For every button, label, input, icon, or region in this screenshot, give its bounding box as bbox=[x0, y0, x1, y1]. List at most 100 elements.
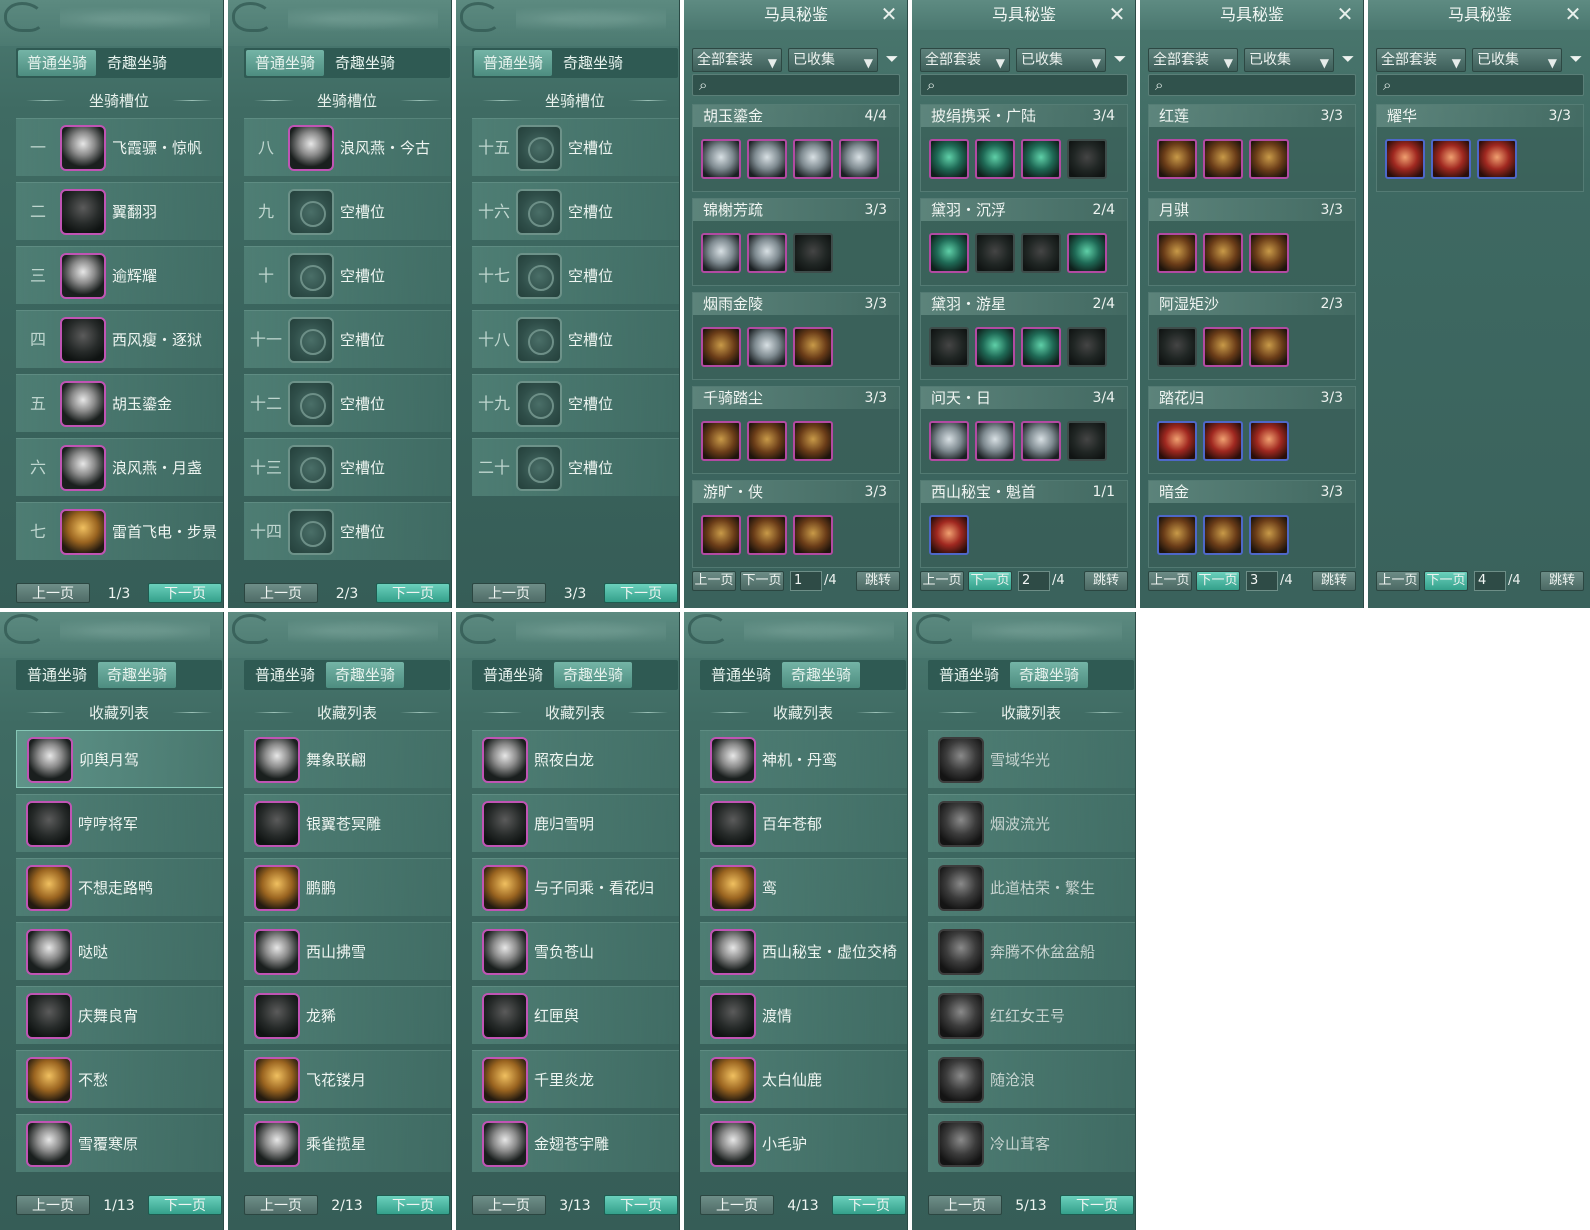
harness-piece-icon[interactable] bbox=[1203, 233, 1243, 273]
harness-piece-icon[interactable] bbox=[747, 421, 787, 461]
harness-piece-icon[interactable] bbox=[1067, 327, 1107, 367]
prev-page-button[interactable]: 上一页 bbox=[920, 571, 964, 591]
mount-portrait-icon[interactable] bbox=[482, 1057, 528, 1103]
jump-button[interactable]: 跳转 bbox=[1084, 571, 1128, 591]
mount-portrait-icon[interactable] bbox=[710, 929, 756, 975]
collection-row[interactable]: 乘雀揽星 bbox=[244, 1114, 451, 1172]
jump-button[interactable]: 跳转 bbox=[856, 571, 900, 591]
next-page-button[interactable]: 下一页 bbox=[1196, 571, 1240, 591]
mount-slot-row[interactable]: 八 浪风燕・今古 bbox=[244, 118, 451, 176]
next-page-button[interactable]: 下一页 bbox=[1060, 1195, 1134, 1215]
collection-row[interactable]: 雪覆寒原 bbox=[16, 1114, 223, 1172]
harness-piece-icon[interactable] bbox=[701, 421, 741, 461]
tab-normal-mounts[interactable]: 普通坐骑 bbox=[930, 662, 1008, 688]
mount-slot-row[interactable]: 十七 空槽位 bbox=[472, 246, 679, 304]
close-icon[interactable]: ✕ bbox=[879, 4, 899, 25]
search-input[interactable]: ⌕ bbox=[1148, 74, 1356, 96]
filter-icon[interactable]: ⏷ bbox=[1338, 50, 1358, 70]
mount-portrait-icon[interactable] bbox=[938, 801, 984, 847]
mount-portrait-icon[interactable] bbox=[27, 737, 73, 783]
collection-row[interactable]: 太白仙鹿 bbox=[700, 1050, 907, 1108]
mount-slot-row[interactable]: 十一 空槽位 bbox=[244, 310, 451, 368]
mount-slot-row[interactable]: 十 空槽位 bbox=[244, 246, 451, 304]
harness-piece-icon[interactable] bbox=[747, 139, 787, 179]
mount-slot-row[interactable]: 二十 空槽位 bbox=[472, 438, 679, 496]
empty-slot-icon[interactable] bbox=[516, 125, 562, 171]
collection-row[interactable]: 金翅苍宇雕 bbox=[472, 1114, 679, 1172]
harness-piece-icon[interactable] bbox=[793, 233, 833, 273]
collection-row[interactable]: 冷山茸客 bbox=[928, 1114, 1135, 1172]
collection-row[interactable]: 与子同乘・看花归 bbox=[472, 858, 679, 916]
tab-normal-mounts[interactable]: 普通坐骑 bbox=[246, 50, 324, 76]
collection-row[interactable]: 雪域华光 bbox=[928, 730, 1135, 788]
collection-row[interactable]: 西山拂雪 bbox=[244, 922, 451, 980]
mount-portrait-icon[interactable] bbox=[254, 1121, 300, 1167]
harness-piece-icon[interactable] bbox=[1157, 139, 1197, 179]
harness-piece-icon[interactable] bbox=[793, 515, 833, 555]
harness-piece-icon[interactable] bbox=[1249, 233, 1289, 273]
filter-icon[interactable]: ⏷ bbox=[1110, 50, 1130, 70]
mount-portrait-icon[interactable] bbox=[254, 737, 300, 783]
close-icon[interactable]: ✕ bbox=[1563, 4, 1583, 25]
set-filter-dropdown[interactable]: 全部套装 ▼ bbox=[692, 48, 782, 72]
harness-piece-icon[interactable] bbox=[929, 139, 969, 179]
collection-row[interactable]: 卯舆月驾 bbox=[16, 730, 223, 788]
page-number-input[interactable]: 3 bbox=[1246, 571, 1278, 591]
harness-piece-icon[interactable] bbox=[975, 421, 1015, 461]
mount-slot-row[interactable]: 九 空槽位 bbox=[244, 182, 451, 240]
mount-portrait-icon[interactable] bbox=[26, 865, 72, 911]
harness-piece-icon[interactable] bbox=[975, 139, 1015, 179]
collection-row[interactable]: 随沧浪 bbox=[928, 1050, 1135, 1108]
mount-portrait-icon[interactable] bbox=[938, 1121, 984, 1167]
tab-normal-mounts[interactable]: 普通坐骑 bbox=[702, 662, 780, 688]
close-icon[interactable]: ✕ bbox=[1335, 4, 1355, 25]
harness-piece-icon[interactable] bbox=[1203, 421, 1243, 461]
empty-slot-icon[interactable] bbox=[288, 317, 334, 363]
harness-piece-icon[interactable] bbox=[839, 139, 879, 179]
harness-piece-icon[interactable] bbox=[1157, 327, 1197, 367]
next-page-button[interactable]: 下一页 bbox=[832, 1195, 906, 1215]
set-filter-dropdown[interactable]: 全部套装 ▼ bbox=[1376, 48, 1466, 72]
prev-page-button[interactable]: 上一页 bbox=[472, 583, 546, 603]
gold-horse-icon[interactable] bbox=[60, 509, 106, 555]
mount-portrait-icon[interactable] bbox=[482, 801, 528, 847]
prev-page-button[interactable]: 上一页 bbox=[472, 1195, 546, 1215]
harness-piece-icon[interactable] bbox=[1067, 233, 1107, 273]
set-filter-dropdown[interactable]: 全部套装 ▼ bbox=[1148, 48, 1238, 72]
empty-slot-icon[interactable] bbox=[288, 445, 334, 491]
jump-button[interactable]: 跳转 bbox=[1312, 571, 1356, 591]
black-horse-icon[interactable] bbox=[60, 317, 106, 363]
harness-piece-icon[interactable] bbox=[1021, 139, 1061, 179]
tab-fun-mounts[interactable]: 奇趣坐骑 bbox=[326, 662, 404, 688]
harness-piece-icon[interactable] bbox=[1203, 139, 1243, 179]
mount-slot-row[interactable]: 十八 空槽位 bbox=[472, 310, 679, 368]
tab-fun-mounts[interactable]: 奇趣坐骑 bbox=[98, 50, 176, 76]
collection-row[interactable]: 烟波流光 bbox=[928, 794, 1135, 852]
collection-row[interactable]: 舞象联翩 bbox=[244, 730, 451, 788]
harness-piece-icon[interactable] bbox=[793, 421, 833, 461]
harness-piece-icon[interactable] bbox=[1477, 139, 1517, 179]
collection-row[interactable]: 银翼苍冥雕 bbox=[244, 794, 451, 852]
harness-piece-icon[interactable] bbox=[701, 139, 741, 179]
mount-portrait-icon[interactable] bbox=[254, 993, 300, 1039]
collection-row[interactable]: 鹿归雪明 bbox=[472, 794, 679, 852]
filter-icon[interactable]: ⏷ bbox=[882, 50, 902, 70]
collection-row[interactable]: 哒哒 bbox=[16, 922, 223, 980]
empty-slot-icon[interactable] bbox=[516, 189, 562, 235]
harness-piece-icon[interactable] bbox=[1157, 515, 1197, 555]
collection-row[interactable]: 庆舞良宵 bbox=[16, 986, 223, 1044]
mount-slot-row[interactable]: 十九 空槽位 bbox=[472, 374, 679, 432]
collection-row[interactable]: 不愁 bbox=[16, 1050, 223, 1108]
harness-piece-icon[interactable] bbox=[975, 327, 1015, 367]
mount-portrait-icon[interactable] bbox=[710, 993, 756, 1039]
harness-piece-icon[interactable] bbox=[793, 327, 833, 367]
mount-slot-row[interactable]: 十五 空槽位 bbox=[472, 118, 679, 176]
mount-portrait-icon[interactable] bbox=[254, 865, 300, 911]
search-input[interactable]: ⌕ bbox=[1376, 74, 1584, 96]
collection-row[interactable]: 渡情 bbox=[700, 986, 907, 1044]
harness-piece-icon[interactable] bbox=[929, 515, 969, 555]
harness-piece-icon[interactable] bbox=[701, 327, 741, 367]
collected-filter-dropdown[interactable]: 已收集 ▼ bbox=[1016, 48, 1106, 72]
collection-row[interactable]: 奔腾不休盆盆船 bbox=[928, 922, 1135, 980]
mount-slot-row[interactable]: 五 胡玉鎏金 bbox=[16, 374, 223, 432]
